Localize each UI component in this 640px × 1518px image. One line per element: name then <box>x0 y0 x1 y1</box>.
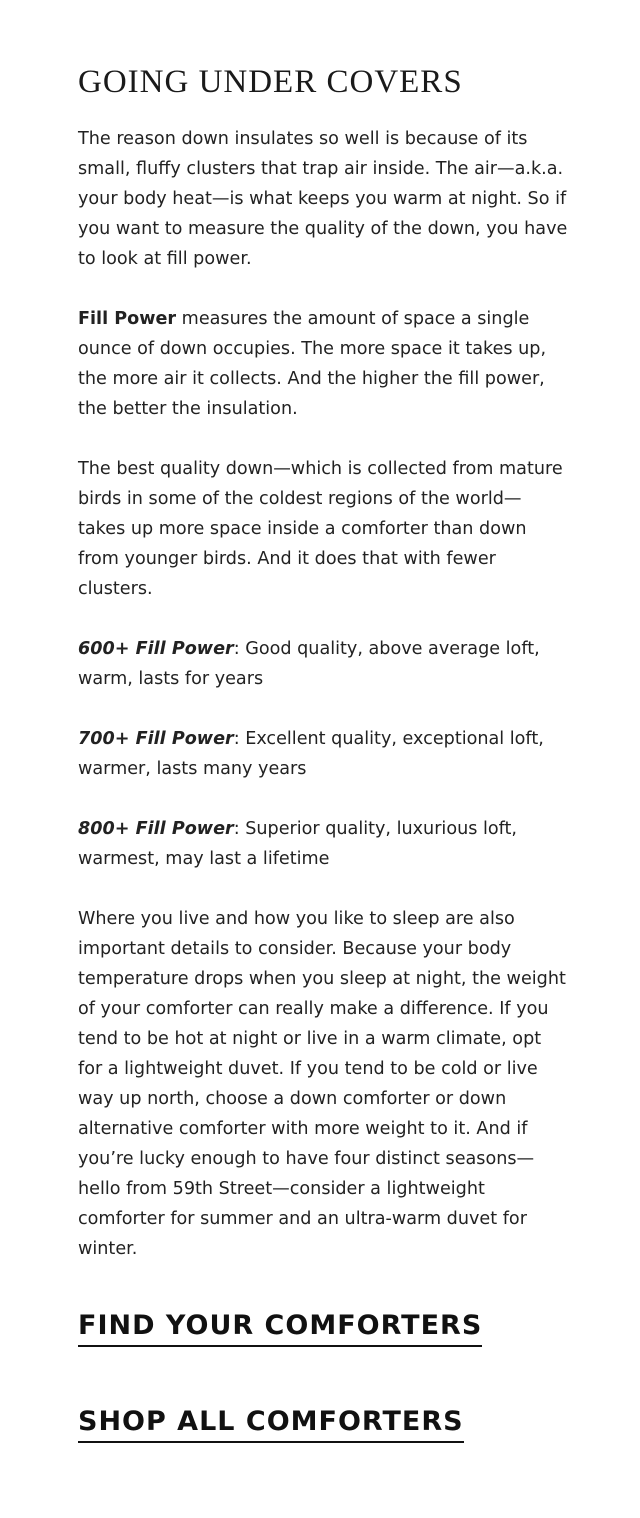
rating-800: 800+ Fill Power: Superior quality, luxur… <box>78 814 568 874</box>
find-your-comforters-link[interactable]: FIND YOUR COMFORTERS <box>78 1309 483 1347</box>
closing-paragraph: Where you live and how you like to sleep… <box>78 909 566 1259</box>
shop-all-comforters-link[interactable]: SHOP ALL COMFORTERS <box>78 1405 464 1443</box>
fill-power-term: Fill Power <box>78 309 177 329</box>
rating-700-label: 700+ Fill Power <box>78 729 234 749</box>
article: GOING UNDER COVERS The reason down insul… <box>78 62 568 1294</box>
best-quality-paragraph: The best quality down—which is collected… <box>78 459 563 599</box>
rating-800-label: 800+ Fill Power <box>78 819 234 839</box>
rating-600-label: 600+ Fill Power <box>78 639 234 659</box>
rating-700: 700+ Fill Power: Excellent quality, exce… <box>78 724 568 784</box>
intro-paragraph: The reason down insulates so well is bec… <box>78 129 568 269</box>
rating-600: 600+ Fill Power: Good quality, above ave… <box>78 634 568 694</box>
fill-power-paragraph: Fill Power measures the amount of space … <box>78 304 568 424</box>
page-title: GOING UNDER COVERS <box>78 64 463 100</box>
